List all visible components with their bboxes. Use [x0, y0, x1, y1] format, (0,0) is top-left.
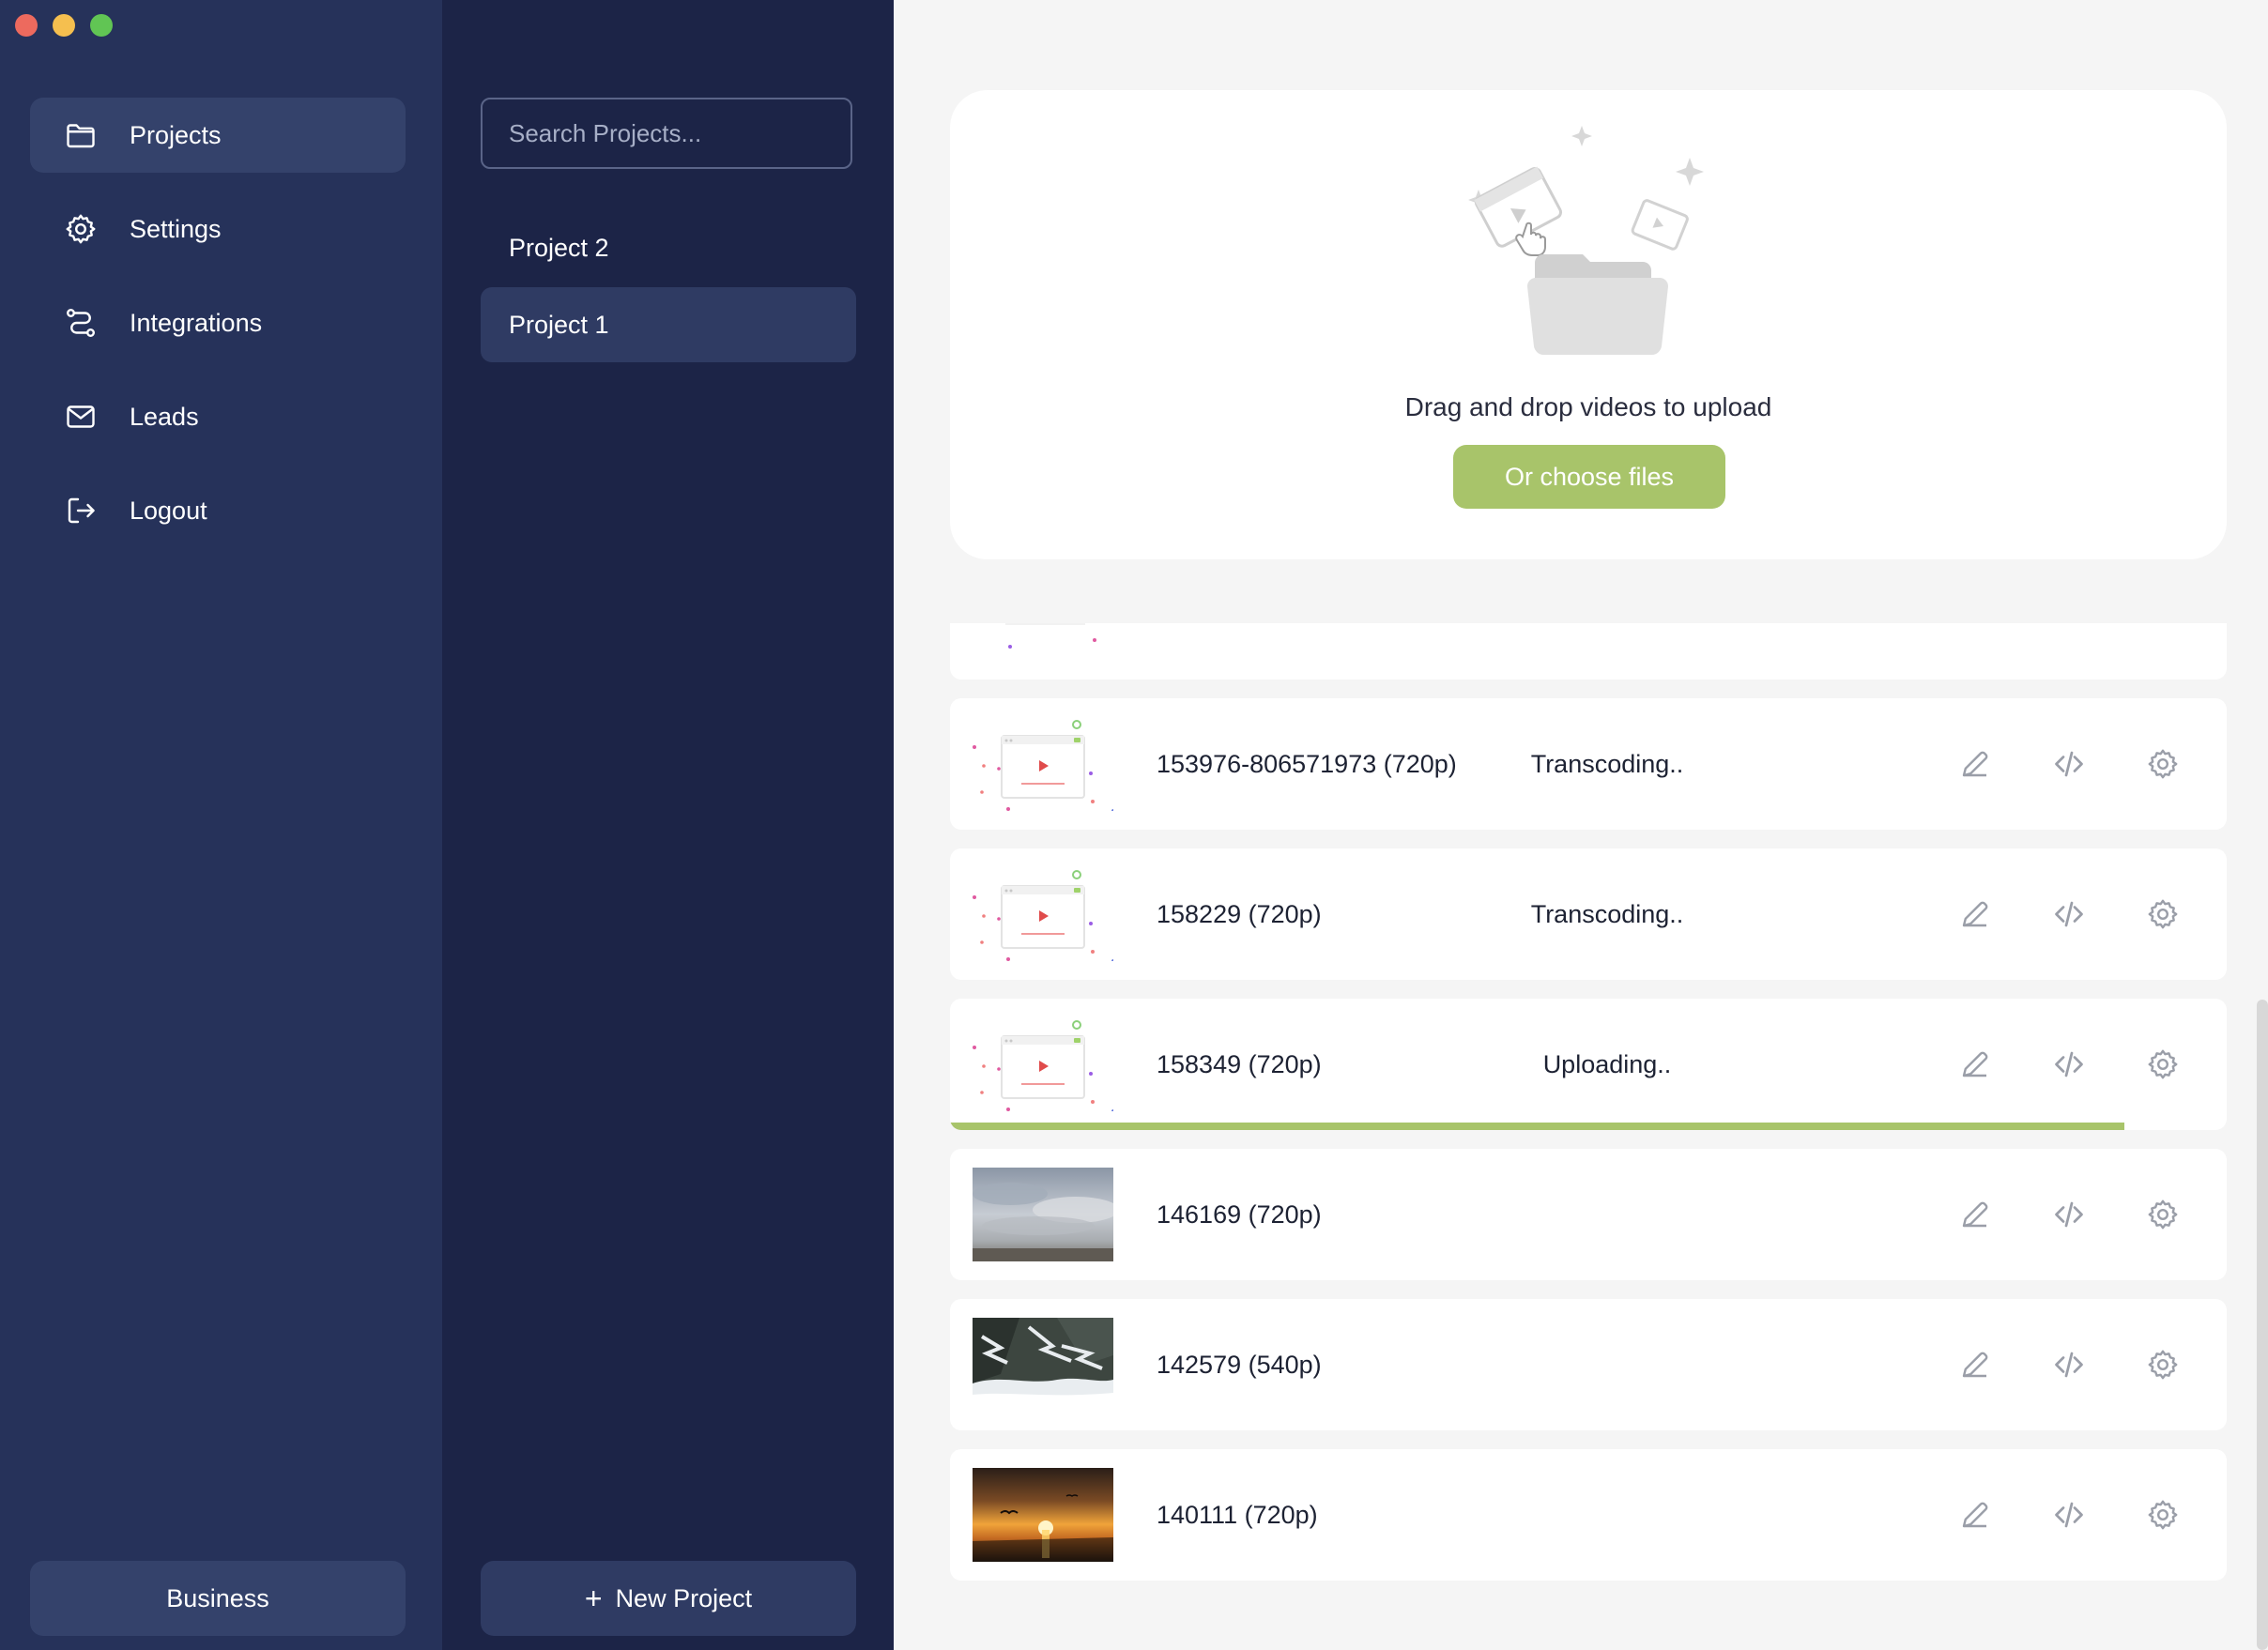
pencil-icon [1962, 751, 1988, 777]
video-row[interactable]: 153976-806571973 (720p) Transcoding.. [950, 698, 2227, 830]
embed-code-button[interactable] [2048, 1044, 2090, 1085]
video-thumbnail [973, 1168, 1119, 1261]
gear-icon [2148, 1500, 2178, 1530]
video-thumbnail [973, 1017, 1115, 1113]
embed-code-button[interactable] [2048, 894, 2090, 935]
code-icon [2055, 1051, 2083, 1077]
project-item-project-1[interactable]: Project 1 [481, 287, 856, 362]
pencil-icon [1962, 1051, 1988, 1077]
video-row[interactable]: 140111 (720p) [950, 1449, 2227, 1581]
projects-panel: Project 2 Project 1 + New Project [442, 0, 894, 1650]
video-settings-button[interactable] [2142, 1494, 2184, 1535]
window-minimize-button[interactable] [53, 14, 75, 37]
scrollbar[interactable] [2257, 1000, 2268, 1650]
plan-button[interactable]: Business [30, 1561, 406, 1636]
plus-icon: + [584, 1581, 603, 1615]
new-project-label: New Project [615, 1583, 753, 1612]
nav-item-settings[interactable]: Settings [30, 191, 406, 267]
nav-item-leads[interactable]: Leads [30, 379, 406, 454]
project-item-label: Project 2 [509, 233, 609, 262]
edit-button[interactable] [1954, 743, 1996, 785]
video-name: 158349 (720p) [1157, 1049, 1322, 1078]
video-thumbnail [973, 1318, 1113, 1412]
route-icon [66, 308, 95, 337]
gear-icon [2148, 899, 2178, 929]
video-name: 140111 (720p) [1157, 1500, 1318, 1529]
upload-progress-bar [950, 1123, 2125, 1130]
gear-icon [2148, 1049, 2178, 1079]
search-projects-input[interactable] [481, 98, 852, 169]
pencil-icon [1962, 901, 1988, 927]
pencil-icon [1962, 1502, 1988, 1528]
mail-icon [67, 405, 95, 428]
drop-instructions: Drag and drop videos to upload [1404, 392, 1772, 421]
video-status: Transcoding.. [1530, 899, 1684, 928]
project-item-project-2[interactable]: Project 2 [481, 210, 856, 285]
video-list: 153976-806571973 (720p) Transcoding.. 15… [950, 623, 2227, 1650]
code-icon [2055, 1201, 2083, 1228]
video-status: Transcoding.. [1530, 749, 1684, 778]
upload-illustration [1468, 126, 1704, 355]
video-thumbnail [973, 623, 1113, 667]
edit-button[interactable] [1954, 894, 1996, 935]
gear-icon [2148, 749, 2178, 779]
video-status: Uploading.. [1542, 1049, 1672, 1078]
video-settings-button[interactable] [2142, 1044, 2184, 1085]
choose-files-button[interactable]: Or choose files [1453, 445, 1725, 509]
video-settings-button[interactable] [2142, 1194, 2184, 1235]
edit-button[interactable] [1954, 1344, 1996, 1385]
video-thumbnail [973, 717, 1115, 813]
pencil-icon [1962, 1201, 1988, 1228]
nav-item-label: Projects [130, 120, 222, 149]
code-icon [2055, 751, 2083, 777]
video-name: 158229 (720p) [1157, 899, 1322, 928]
video-row[interactable]: 158229 (720p) Transcoding.. [950, 848, 2227, 980]
edit-button[interactable] [1954, 1494, 1996, 1535]
video-settings-button[interactable] [2142, 743, 2184, 785]
video-settings-button[interactable] [2142, 894, 2184, 935]
nav-item-label: Logout [130, 496, 207, 525]
embed-code-button[interactable] [2048, 1194, 2090, 1235]
main-navigation: Projects Settings Integrations Leads Log… [0, 0, 442, 1650]
code-icon [2055, 1352, 2083, 1378]
gear-icon [2148, 1199, 2178, 1230]
video-row-partial[interactable] [950, 623, 2227, 680]
nav-item-logout[interactable]: Logout [30, 473, 406, 548]
embed-code-button[interactable] [2048, 1344, 2090, 1385]
project-item-label: Project 1 [509, 310, 609, 339]
video-row[interactable]: 158349 (720p) Uploading.. [950, 999, 2227, 1130]
video-thumbnail [973, 1468, 1113, 1562]
video-row[interactable]: 146169 (720p) [950, 1149, 2227, 1280]
video-name: 146169 (720p) [1157, 1199, 1322, 1229]
video-card-icon [1631, 199, 1689, 251]
embed-code-button[interactable] [2048, 1494, 2090, 1535]
pencil-icon [1962, 1352, 1988, 1378]
video-row[interactable]: 142579 (540p) [950, 1299, 2227, 1430]
gear-icon [2148, 1350, 2178, 1380]
embed-code-button[interactable] [2048, 743, 2090, 785]
video-settings-button[interactable] [2142, 1344, 2184, 1385]
nav-item-projects[interactable]: Projects [30, 98, 406, 173]
gear-icon [66, 214, 96, 244]
window-maximize-button[interactable] [90, 14, 113, 37]
edit-button[interactable] [1954, 1194, 1996, 1235]
logout-icon [68, 497, 95, 524]
edit-button[interactable] [1954, 1044, 1996, 1085]
folder-icon [67, 124, 95, 148]
code-icon [2055, 1502, 2083, 1528]
nav-item-label: Settings [130, 214, 222, 243]
upload-dropzone[interactable]: Drag and drop videos to upload Or choose… [950, 90, 2227, 559]
window-close-button[interactable] [15, 14, 38, 37]
code-icon [2055, 901, 2083, 927]
new-project-button[interactable]: + New Project [481, 1561, 856, 1636]
nav-item-integrations[interactable]: Integrations [30, 285, 406, 360]
nav-item-label: Leads [130, 402, 199, 431]
video-name: 153976-806571973 (720p) [1157, 749, 1457, 778]
video-name: 142579 (540p) [1157, 1350, 1322, 1379]
main-content: Drag and drop videos to upload Or choose… [894, 0, 2268, 1650]
video-thumbnail [973, 867, 1115, 963]
folder-illustration-icon [1527, 254, 1668, 355]
nav-item-label: Integrations [130, 308, 263, 337]
